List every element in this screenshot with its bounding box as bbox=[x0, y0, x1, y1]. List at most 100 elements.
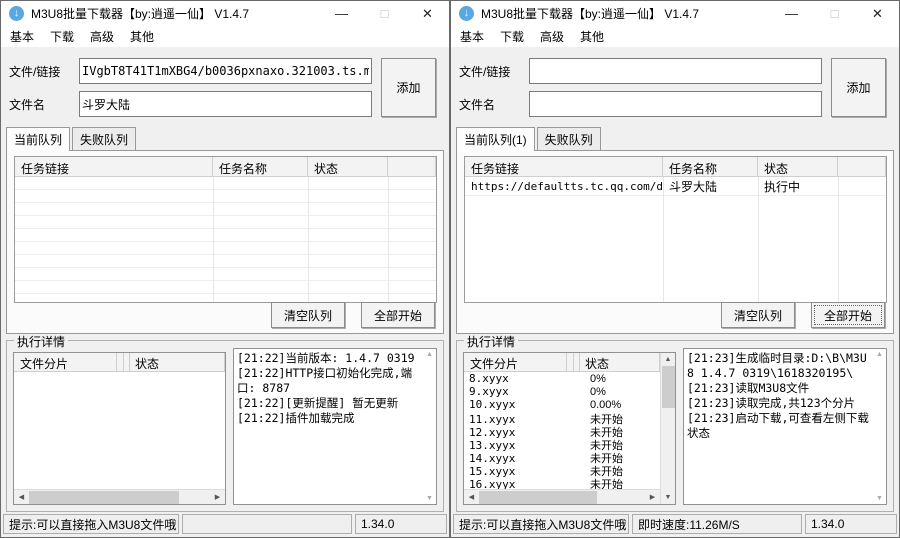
scrollbar-thumb[interactable] bbox=[479, 491, 597, 504]
queue-table: 任务链接 任务名称 状态 https://defaultts.tc.qq.com… bbox=[464, 156, 887, 303]
fragment-name: 12.xyyx bbox=[464, 426, 585, 439]
header-task-name[interactable]: 任务名称 bbox=[213, 157, 308, 176]
fragment-table: 文件分片 状态 ◀ ▶ bbox=[13, 352, 226, 505]
menu-download[interactable]: 下载 bbox=[48, 26, 83, 48]
header-task-status[interactable]: 状态 bbox=[758, 157, 838, 176]
fragment-row[interactable]: 15.xyyx 未开始 bbox=[464, 463, 660, 476]
menu-other[interactable]: 其他 bbox=[128, 26, 163, 48]
start-all-button[interactable]: 全部开始 bbox=[811, 302, 885, 328]
header-file-fragment[interactable]: 文件分片 bbox=[464, 353, 567, 371]
menu-other[interactable]: 其他 bbox=[578, 26, 613, 48]
add-button[interactable]: 添加 bbox=[381, 58, 436, 117]
fragment-row[interactable]: 14.xyyx 未开始 bbox=[464, 450, 660, 463]
fragment-row[interactable]: 9.xyyx 0% bbox=[464, 385, 660, 398]
scroll-up-icon[interactable]: ▲ bbox=[426, 351, 433, 358]
fragment-status: 未开始 bbox=[585, 476, 660, 489]
fragment-name: 15.xyyx bbox=[464, 465, 585, 478]
file-link-input[interactable] bbox=[529, 58, 822, 84]
scroll-right-icon[interactable]: ▶ bbox=[210, 491, 225, 504]
header-task-link[interactable]: 任务链接 bbox=[465, 157, 663, 176]
start-all-button[interactable]: 全部开始 bbox=[361, 302, 435, 328]
status-speed: 即时速度:11.26M/S bbox=[632, 514, 802, 534]
window-title: M3U8批量下载器【by:逍遥一仙】 V1.4.7 bbox=[31, 5, 320, 22]
clear-queue-button[interactable]: 清空队列 bbox=[271, 302, 345, 328]
scroll-right-icon[interactable]: ▶ bbox=[645, 491, 660, 504]
task-link-cell: https://defaultts.tc.qq.com/d... bbox=[465, 180, 663, 193]
fragment-row[interactable]: 8.xyyx 0% bbox=[464, 372, 660, 385]
window-title: M3U8批量下载器【by:逍遥一仙】 V1.4.7 bbox=[481, 5, 770, 22]
scroll-down-icon[interactable]: ▼ bbox=[661, 491, 676, 504]
column-divider bbox=[758, 177, 759, 302]
header-task-link[interactable]: 任务链接 bbox=[15, 157, 213, 176]
file-name-input[interactable] bbox=[79, 91, 372, 117]
close-button[interactable]: ✕ bbox=[856, 1, 899, 26]
add-button[interactable]: 添加 bbox=[831, 58, 886, 117]
horizontal-scrollbar[interactable]: ◀ ▶ bbox=[464, 489, 660, 504]
menu-advanced[interactable]: 高级 bbox=[538, 26, 573, 48]
fragment-name: 11.xyyx bbox=[464, 413, 585, 426]
menu-basic[interactable]: 基本 bbox=[8, 26, 43, 48]
tab-failed-queue[interactable]: 失败队列 bbox=[537, 127, 601, 150]
menu-basic[interactable]: 基本 bbox=[458, 26, 493, 48]
status-tip: 提示:可以直接拖入M3U8文件哦 bbox=[3, 514, 179, 534]
header-blank bbox=[838, 157, 886, 176]
header-blank bbox=[388, 157, 436, 176]
fragment-row[interactable]: 11.xyyx 未开始 bbox=[464, 411, 660, 424]
scroll-down-icon[interactable]: ▼ bbox=[426, 495, 433, 502]
fragment-table-header: 文件分片 状态 bbox=[464, 353, 660, 372]
queue-tabs: 当前队列(1) 失败队列 bbox=[451, 128, 899, 150]
fragment-name: 10.xyyx bbox=[464, 398, 585, 411]
header-task-name[interactable]: 任务名称 bbox=[663, 157, 758, 176]
fragment-name: 9.xyyx bbox=[464, 385, 585, 398]
right-window: ↓ M3U8批量下载器【by:逍遥一仙】 V1.4.7 — □ ✕ 基本 下载 … bbox=[450, 0, 900, 538]
scrollbar-thumb[interactable] bbox=[662, 366, 675, 408]
minimize-button[interactable]: — bbox=[770, 1, 813, 26]
file-name-input[interactable] bbox=[529, 91, 822, 117]
file-link-input[interactable] bbox=[79, 58, 372, 84]
log-scrollbar[interactable]: ▲ ▼ bbox=[423, 349, 436, 504]
vertical-scrollbar[interactable]: ▲ ▼ bbox=[660, 353, 675, 504]
fragment-table: 文件分片 状态 8.xyyx 0% 9.xyyx 0% 10.xyyx bbox=[463, 352, 676, 505]
header-task-status[interactable]: 状态 bbox=[308, 157, 388, 176]
title-bar[interactable]: ↓ M3U8批量下载器【by:逍遥一仙】 V1.4.7 — □ ✕ bbox=[451, 1, 899, 26]
queue-row[interactable]: https://defaultts.tc.qq.com/d... 斗罗大陆 执行… bbox=[465, 177, 886, 196]
header-file-fragment[interactable]: 文件分片 bbox=[14, 353, 117, 371]
status-bar: 提示:可以直接拖入M3U8文件哦 即时速度:11.26M/S 1.34.0 bbox=[451, 512, 899, 537]
menu-advanced[interactable]: 高级 bbox=[88, 26, 123, 48]
maximize-button[interactable]: □ bbox=[363, 1, 406, 26]
scroll-left-icon[interactable]: ◀ bbox=[464, 491, 479, 504]
minimize-button[interactable]: — bbox=[320, 1, 363, 26]
log-scrollbar[interactable]: ▲ ▼ bbox=[873, 349, 886, 504]
scroll-up-icon[interactable]: ▲ bbox=[876, 351, 883, 358]
menu-download[interactable]: 下载 bbox=[498, 26, 533, 48]
log-text: [21:23]生成临时目录:D:\B\M3U8 1.4.7 0319\16183… bbox=[684, 349, 873, 504]
menu-bar: 基本 下载 高级 其他 bbox=[451, 26, 899, 47]
fragment-name: 13.xyyx bbox=[464, 439, 585, 452]
maximize-button[interactable]: □ bbox=[813, 1, 856, 26]
fragment-table-main: 文件分片 状态 8.xyyx 0% 9.xyyx 0% 10.xyyx bbox=[464, 353, 660, 504]
fragment-table-body: 8.xyyx 0% 9.xyyx 0% 10.xyyx 0.00% 11.xyy… bbox=[464, 372, 660, 489]
scroll-left-icon[interactable]: ◀ bbox=[14, 491, 29, 504]
close-button[interactable]: ✕ bbox=[406, 1, 449, 26]
fragment-row[interactable]: 12.xyyx 未开始 bbox=[464, 424, 660, 437]
header-fragment-status[interactable]: 状态 bbox=[579, 353, 660, 371]
tab-failed-queue[interactable]: 失败队列 bbox=[72, 127, 136, 150]
fragment-row[interactable]: 13.xyyx 未开始 bbox=[464, 437, 660, 450]
queue-table-body bbox=[15, 177, 436, 302]
clear-queue-button[interactable]: 清空队列 bbox=[721, 302, 795, 328]
fragment-row[interactable]: 16.xyyx 未开始 bbox=[464, 476, 660, 489]
status-version: 1.34.0 bbox=[805, 514, 897, 534]
queue-table: 任务链接 任务名称 状态 bbox=[14, 156, 437, 303]
header-fragment-status[interactable]: 状态 bbox=[129, 353, 225, 371]
tab-current-queue[interactable]: 当前队列(1) bbox=[456, 127, 535, 151]
fragment-row[interactable]: 10.xyyx 0.00% bbox=[464, 398, 660, 411]
tab-current-queue[interactable]: 当前队列 bbox=[6, 127, 70, 151]
window-controls: — □ ✕ bbox=[770, 1, 899, 26]
horizontal-scrollbar[interactable]: ◀ ▶ bbox=[14, 489, 225, 504]
title-bar[interactable]: ↓ M3U8批量下载器【by:逍遥一仙】 V1.4.7 — □ ✕ bbox=[1, 1, 449, 26]
left-window: ↓ M3U8批量下载器【by:逍遥一仙】 V1.4.7 — □ ✕ 基本 下载 … bbox=[0, 0, 450, 538]
scrollbar-thumb[interactable] bbox=[29, 491, 179, 504]
log-box: [21:23]生成临时目录:D:\B\M3U8 1.4.7 0319\16183… bbox=[683, 348, 887, 505]
scroll-down-icon[interactable]: ▼ bbox=[876, 495, 883, 502]
scroll-up-icon[interactable]: ▲ bbox=[661, 353, 676, 366]
